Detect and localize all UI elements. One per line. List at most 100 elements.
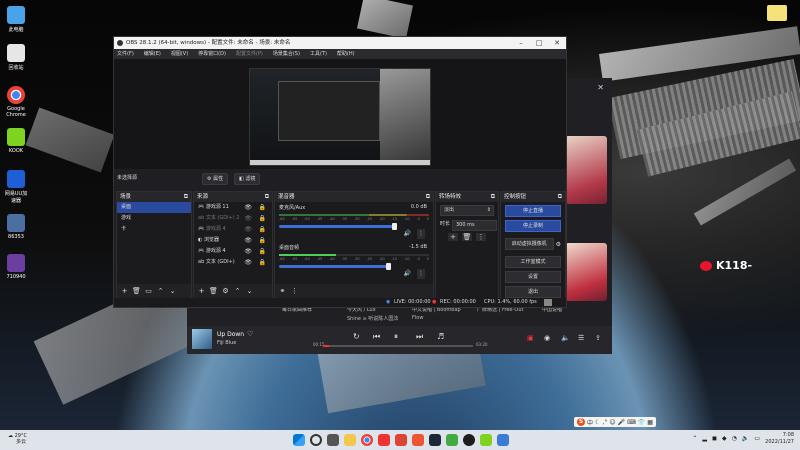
chevron-up-icon[interactable]: ⌃ [692,435,697,442]
source-item[interactable]: ab 文本 (GDI+) 👁 🔒 [194,257,272,268]
eye-icon[interactable]: 👁 [244,235,252,246]
studio-mode-button[interactable]: 工作室模式 [505,256,561,268]
obs-titlebar[interactable]: OBS 28.1.2 (64-bit, windows) - 配置文件: 未命名… [114,37,566,49]
lock-icon[interactable]: 🔒 [259,224,266,235]
volume-icon[interactable]: 🔈 [742,435,749,442]
network-icon[interactable]: ▂ [702,435,707,442]
more-icon[interactable]: ⋮ [417,229,425,239]
sticky-note-icon[interactable] [767,5,787,21]
speaker-icon[interactable]: 🔊 [404,230,411,237]
repeat-icon[interactable]: ↻ [353,332,360,341]
undock-icon[interactable]: ⧉ [491,192,495,202]
chevron-up-icon[interactable]: ⌃ [233,287,242,295]
skin-icon[interactable]: 👕 [638,419,645,426]
album-art[interactable] [565,136,607,204]
volume-icon[interactable]: 🔈 [561,334,570,342]
desktop-icon-710940[interactable]: 710940 [3,254,29,280]
share-icon[interactable]: ⇪ [595,334,601,342]
obs-icon[interactable] [463,434,475,446]
menu-view[interactable]: 视图(V) [171,49,188,59]
ime-lang[interactable]: 中 [587,418,593,427]
netease-music-icon[interactable] [378,434,390,446]
minimize-icon[interactable]: – [512,37,530,49]
scene-item[interactable]: 卡 [117,224,191,235]
trash-icon[interactable]: 🗑 [209,287,218,295]
speaker-icon[interactable]: 🔊 [404,270,411,277]
effects-icon[interactable]: ◉ [544,334,550,342]
chevron-up-icon[interactable]: ⌃ [156,287,165,295]
menu-file[interactable]: 文件(F) [117,49,134,59]
desktop-icon-kook[interactable]: KOOK [3,128,29,154]
close-icon[interactable]: ✕ [548,37,566,49]
clock[interactable]: 7:08 2022/11/27 [765,432,794,446]
add-icon[interactable]: + [120,287,129,295]
progress-bar[interactable] [323,345,473,347]
gear-icon[interactable]: ⚙ [221,287,230,295]
lock-icon[interactable]: 🔒 [259,246,266,257]
quality-icon[interactable]: ▣ [527,334,534,342]
scene-item[interactable]: 桌面 [117,202,191,213]
resize-grip-icon[interactable] [544,299,552,306]
stop-stream-button[interactable]: 停止直播 [505,205,561,217]
source-item[interactable]: ab 文本 (GDI+) 2 👁 🔒 [194,213,272,224]
file-explorer-icon[interactable] [344,434,356,446]
add-icon[interactable]: + [197,287,206,295]
trash-icon[interactable]: 🗑 [132,287,141,295]
preview-canvas[interactable] [114,59,566,169]
close-icon[interactable]: ✕ [597,83,604,92]
next-icon[interactable]: ⏭ [416,332,423,342]
steam-icon[interactable] [429,434,441,446]
transition-select[interactable]: 淡出 ⇕ [440,205,494,216]
app-icon[interactable] [446,434,458,446]
eye-icon[interactable]: 👁 [244,224,252,235]
keyboard-icon[interactable]: ⌨ [627,419,636,426]
album-art[interactable] [565,243,607,301]
menu-docks[interactable]: 停靠窗口(D) [198,49,226,59]
task-view-icon[interactable] [327,434,339,446]
eye-icon[interactable]: 👁 [244,202,252,213]
windows-start-icon[interactable] [293,434,305,446]
slider-handle[interactable] [386,263,391,270]
like-icon[interactable]: ♡ [247,330,253,338]
ime-toolbar[interactable]: S 中 ☾ ,° ☺ 🎤 ⌨ 👕 ▦ [574,417,656,427]
undock-icon[interactable]: ⧉ [558,192,562,202]
more-icon[interactable]: ⋮ [417,269,425,279]
link-icon[interactable]: ⚭ [278,287,287,295]
song-artist[interactable]: Fiji Blue [217,340,236,346]
menu-tools[interactable]: 工具(T) [310,49,327,59]
chrome-icon[interactable] [361,434,373,446]
pause-icon[interactable]: ⏸ [394,332,398,342]
eye-icon[interactable]: 👁 [244,246,252,257]
virtual-camera-button[interactable]: 启动虚拟摄像机 [505,238,554,250]
chevron-down-icon[interactable]: ⌄ [168,287,177,295]
chevron-down-icon[interactable]: ⌄ [245,287,254,295]
app-tray-icon[interactable]: ◆ [722,435,727,442]
list-item[interactable]: Shine ≥ 听说陈人国法 [347,315,398,322]
emoji-icon[interactable]: ☺ [609,419,615,426]
source-item[interactable]: ◐ 浏览器 👁 🔒 [194,235,272,246]
desktop-icon-uu[interactable]: 网易UU加速器 [3,170,29,204]
gear-icon[interactable]: ⚙ [556,241,561,248]
menu-profile[interactable]: 配置文件(P) [236,49,263,59]
settings-button[interactable]: 设置 [505,271,561,283]
moon-icon[interactable]: ☾ [595,419,600,426]
eye-icon[interactable]: 👁 [244,257,252,268]
app-icon[interactable] [412,434,424,446]
punct-icon[interactable]: ,° [602,419,607,426]
lock-icon[interactable]: 🔒 [259,202,266,213]
kook-icon[interactable] [480,434,492,446]
search-icon[interactable] [310,434,322,446]
filter-icon[interactable]: ▭ [144,287,153,295]
scene-item[interactable]: 游戏 [117,213,191,224]
stop-recording-button[interactable]: 停止录制 [505,220,561,232]
battery-icon[interactable]: ▭ [754,435,760,442]
lock-icon[interactable]: 🔒 [259,213,266,224]
undock-icon[interactable]: ⧉ [265,192,269,202]
volume-slider[interactable] [279,223,397,230]
mic-icon[interactable]: 🎤 [618,419,625,426]
desktop-icon-86353[interactable]: 86353 [3,214,29,240]
filters-button[interactable]: ◧ 滤镜 [234,173,261,185]
more-icon[interactable]: ⋮ [476,233,486,241]
source-item[interactable]: 🎮 游戏源 4 👁 🔒 [194,246,272,257]
wifi-icon[interactable]: ◔ [732,435,737,442]
